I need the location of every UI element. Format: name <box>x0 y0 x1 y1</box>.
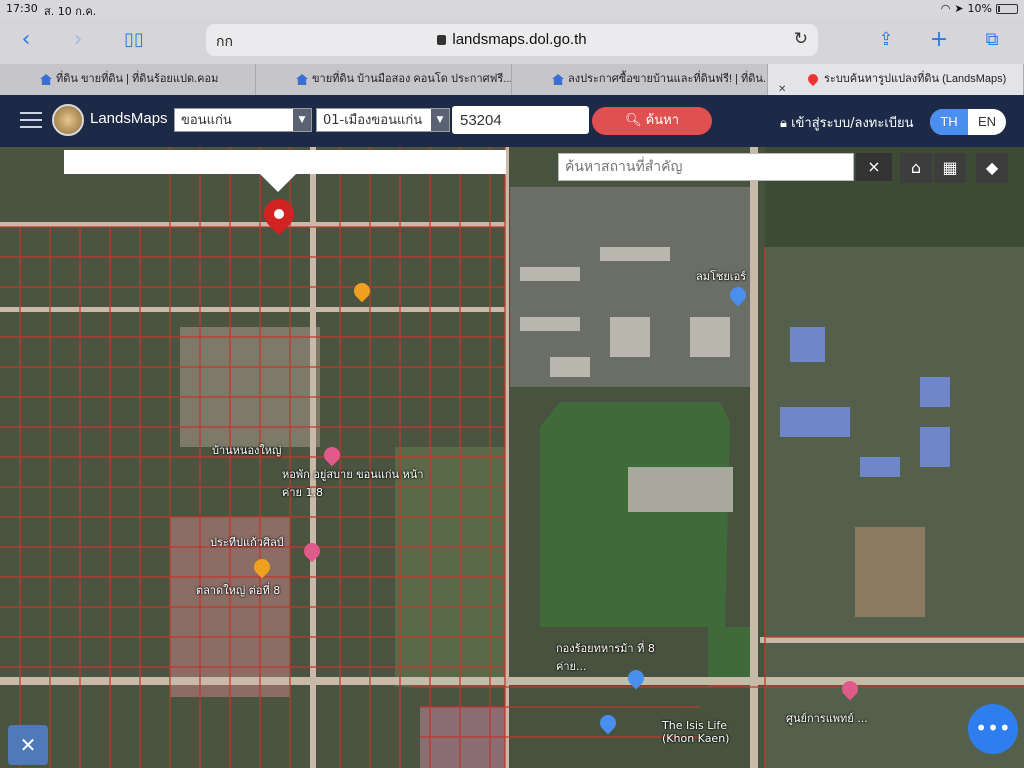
grid-icon[interactable]: ▦ <box>934 153 966 183</box>
province-select[interactable]: ขอนแก่น ▼ <box>174 108 312 132</box>
clear-search-button[interactable]: × <box>856 153 892 181</box>
tab-strip: ที่ดิน ขายที่ดิน | ที่ดินร้อยแปด.คอม ขาย… <box>0 64 1024 95</box>
tab-1[interactable]: ที่ดิน ขายที่ดิน | ที่ดินร้อยแปด.คอม <box>0 64 256 95</box>
location-icon: ➤ <box>954 2 964 15</box>
url-value: landsmaps.dol.go.th <box>452 31 587 48</box>
map-label: บ้านหนองใหญ่ <box>212 444 282 457</box>
browser-toolbar: ‹ › ▯▯ กก landsmaps.dol.go.th ↻ ⇪ + ⧉ <box>0 18 1024 64</box>
close-icon[interactable]: ✕ <box>778 74 786 95</box>
book-icon[interactable]: ▯▯ <box>120 26 148 54</box>
url-text: landsmaps.dol.go.th <box>206 31 818 48</box>
map-label: The Isis Life (Khon Kaen) <box>662 719 730 745</box>
search-button[interactable]: 🔍︎ ค้นหา <box>592 107 712 135</box>
chevron-down-icon: ▼ <box>293 109 311 131</box>
parcel-number-input[interactable] <box>452 106 589 134</box>
map-label: ประทีปแก้วศิลป์ <box>210 536 284 549</box>
login-link[interactable]: 🔒︎ เข้าสู่ระบบ/ลงทะเบียน <box>780 112 914 133</box>
app-name: LandsMaps <box>90 110 168 127</box>
plus-icon[interactable]: + <box>925 26 953 54</box>
search-icon: 🔍︎ <box>624 113 642 128</box>
tab-label: ที่ดิน ขายที่ดิน | ที่ดินร้อยแปด.คอม <box>56 73 219 85</box>
chevron-left-icon[interactable]: ‹ <box>12 26 40 54</box>
tab-4-active[interactable]: ✕ ระบบค้นหารูปแปลงที่ดิน (LandsMaps) <box>768 64 1024 95</box>
battery-percent: 10% <box>967 2 992 15</box>
lock-icon <box>437 35 447 45</box>
lang-en-button[interactable]: EN <box>968 109 1006 135</box>
tab-2[interactable]: ขายที่ดิน บ้านมือสอง คอนโด ประกาศฟรี... <box>256 64 512 95</box>
tools-icon[interactable]: ✕ <box>8 725 48 765</box>
layers-icon[interactable]: ◆ <box>976 153 1008 183</box>
reload-icon[interactable]: ↻ <box>794 29 808 49</box>
status-time: 17:30 <box>6 2 38 15</box>
map-label: ตลาดใหญ่ ต่อที่ 8 <box>196 584 281 597</box>
popup-tail <box>260 174 296 192</box>
home-icon[interactable]: ⌂ <box>900 153 932 183</box>
share-icon[interactable]: ⇪ <box>872 26 900 54</box>
map-label: หอพัก อยู่สบาย ขอนแก่น หน้าค่าย 1.8 <box>282 468 424 499</box>
menu-icon[interactable] <box>20 112 42 130</box>
language-toggle[interactable]: TH EN <box>930 109 1006 135</box>
tab-label: ขายที่ดิน บ้านมือสอง คอนโด ประกาศฟรี... <box>312 73 512 85</box>
more-options-button[interactable]: ••• <box>968 704 1018 754</box>
app-header: LandsMaps ขอนแก่น ▼ 01-เมืองขอนแก่น ▼ 🔍︎… <box>0 95 1024 147</box>
district-value: 01-เมืองขอนแก่น <box>323 113 423 128</box>
tab-3[interactable]: ลงประกาศซื้อขายบ้านและที่ดินฟรี! | ที่ดิ… <box>512 64 768 95</box>
battery-icon <box>996 3 1018 14</box>
map-label: ศูนย์การแพทย์ ... <box>786 712 868 725</box>
dol-logo <box>52 104 84 136</box>
lock-icon: 🔒︎ <box>780 116 787 131</box>
tab-label: ลงประกาศซื้อขายบ้านและที่ดินฟรี! | ที่ดิ… <box>568 73 768 85</box>
district-select[interactable]: 01-เมืองขอนแก่น ▼ <box>316 108 450 132</box>
search-label: ค้นหา <box>645 113 680 128</box>
lang-th-button[interactable]: TH <box>930 109 968 135</box>
wifi-icon: ◠ <box>940 2 951 15</box>
map-label: ลมโชยเอร์ <box>696 270 747 283</box>
address-bar[interactable]: กก landsmaps.dol.go.th ↻ <box>206 24 818 56</box>
tab-label: ระบบค้นหารูปแปลงที่ดิน (LandsMaps) <box>824 73 1007 85</box>
chevron-down-icon: ▼ <box>431 109 449 131</box>
chevron-right-icon[interactable]: › <box>64 26 92 54</box>
info-popup <box>64 150 506 174</box>
place-search-input[interactable] <box>558 153 854 181</box>
map-canvas[interactable]: × ⌂ ▦ ◆ ลมโชยเอร์ บ้านหนองใหญ่ หอพัก อยู… <box>0 147 1024 768</box>
map-label: กองร้อยทหารม้า ที่ 8 ค่าย... <box>556 642 655 673</box>
satellite-map <box>0 147 1024 768</box>
login-label: เข้าสู่ระบบ/ลงทะเบียน <box>791 116 914 131</box>
status-bar: 17:30 ส. 10 ก.ค. ◠ ➤ 10% <box>0 0 1024 18</box>
status-right: ◠ ➤ 10% <box>941 2 1018 15</box>
tabs-icon[interactable]: ⧉ <box>978 26 1006 54</box>
province-value: ขอนแก่น <box>181 113 232 128</box>
